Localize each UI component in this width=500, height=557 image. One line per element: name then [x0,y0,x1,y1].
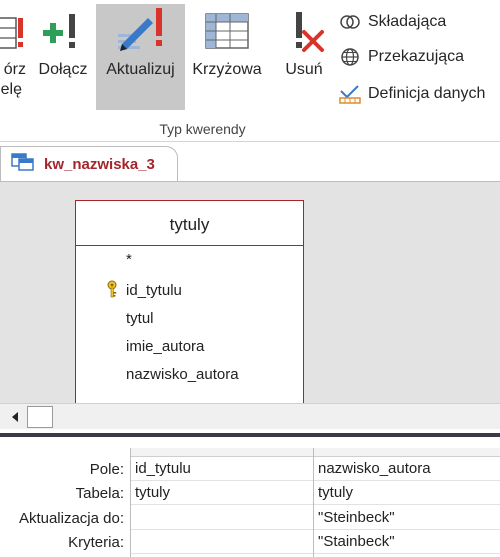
primary-key-icon [105,280,119,298]
append-button[interactable]: Dołącz [31,4,95,110]
table-field-list-tytuly[interactable]: tytuly * id_tytulu tytul imie_autora naz… [75,200,304,403]
append-label: Dołącz [38,61,88,78]
union-label: Składająca [368,13,447,30]
column-selector-1[interactable] [131,448,314,457]
crosstab-button[interactable]: Krzyżowa [186,4,268,110]
make-table-label-2: elę [0,81,22,98]
delete-button[interactable]: Usuń [276,4,332,110]
update-pencil-icon [96,4,185,60]
scrollbar-thumb[interactable] [27,406,53,428]
passthrough-label: Przekazująca [368,48,465,65]
document-tab-kw-nazwiska-3[interactable]: kw_nazwiska_3 [0,146,178,182]
update-label: Aktualizuj [106,61,175,78]
field-all-columns[interactable]: * [126,251,132,268]
passthrough-button[interactable]: Przekazująca [338,45,464,69]
scroll-left-arrow-icon[interactable] [6,408,24,426]
row-label-criteria: Kryteria: [68,534,124,551]
document-tab-strip: kw_nazwiska_3 [0,142,500,182]
criteria-cell-1[interactable] [131,530,313,554]
ribbon-group-label: Typ kwerendy [159,121,246,137]
query-design-grid: Pole: Tabela: Aktualizacja do: Kryteria:… [0,437,500,557]
query-icon [11,153,35,176]
row-label-table: Tabela: [75,485,124,502]
globe-icon [338,46,362,68]
horizontal-scrollbar[interactable] [0,403,500,429]
field-imie-autora[interactable]: imie_autora [126,338,204,355]
data-definition-icon [338,83,362,105]
field-id-tytulu[interactable]: id_tytulu [126,282,182,299]
document-tab-label: kw_nazwiska_3 [44,156,155,173]
criteria-cell-2[interactable]: "Stainbeck" [314,530,500,554]
row-label-field: Pole: [89,461,124,478]
crosstab-label: Krzyżowa [192,61,262,78]
table-cell-2[interactable]: tytuly [314,481,500,505]
union-icon [338,11,362,33]
union-button[interactable]: Składająca [338,10,446,34]
update-to-cell-1[interactable] [131,506,313,530]
make-table-icon [0,4,28,60]
ribbon: órz elę Dołącz Aktualizuj Krzyżowa Usuń … [0,0,500,141]
field-nazwisko-autora[interactable]: nazwisko_autora [126,366,239,383]
field-cell-2[interactable]: nazwisko_autora [314,457,500,481]
field-cell-1[interactable]: id_tytulu [131,457,313,481]
table-field-list-title[interactable]: tytuly [76,201,303,246]
column-selector-2[interactable] [314,448,500,457]
update-button[interactable]: Aktualizuj [96,4,185,110]
delete-icon [276,4,332,60]
row-label-update-to: Aktualizacja do: [18,510,124,527]
query-design-surface[interactable]: tytuly * id_tytulu tytul imie_autora naz… [0,181,500,403]
make-table-button[interactable]: órz elę [0,4,28,110]
delete-label: Usuń [285,61,323,78]
append-icon [31,4,95,60]
data-definition-label: Definicja danych [368,85,486,102]
field-tytul[interactable]: tytul [126,310,154,327]
make-table-label-1: órz [3,61,26,78]
crosstab-icon [186,4,268,60]
update-to-cell-2[interactable]: "Steinbeck" [314,506,500,530]
table-cell-1[interactable]: tytuly [131,481,313,505]
data-definition-button[interactable]: Definicja danych [338,82,485,106]
